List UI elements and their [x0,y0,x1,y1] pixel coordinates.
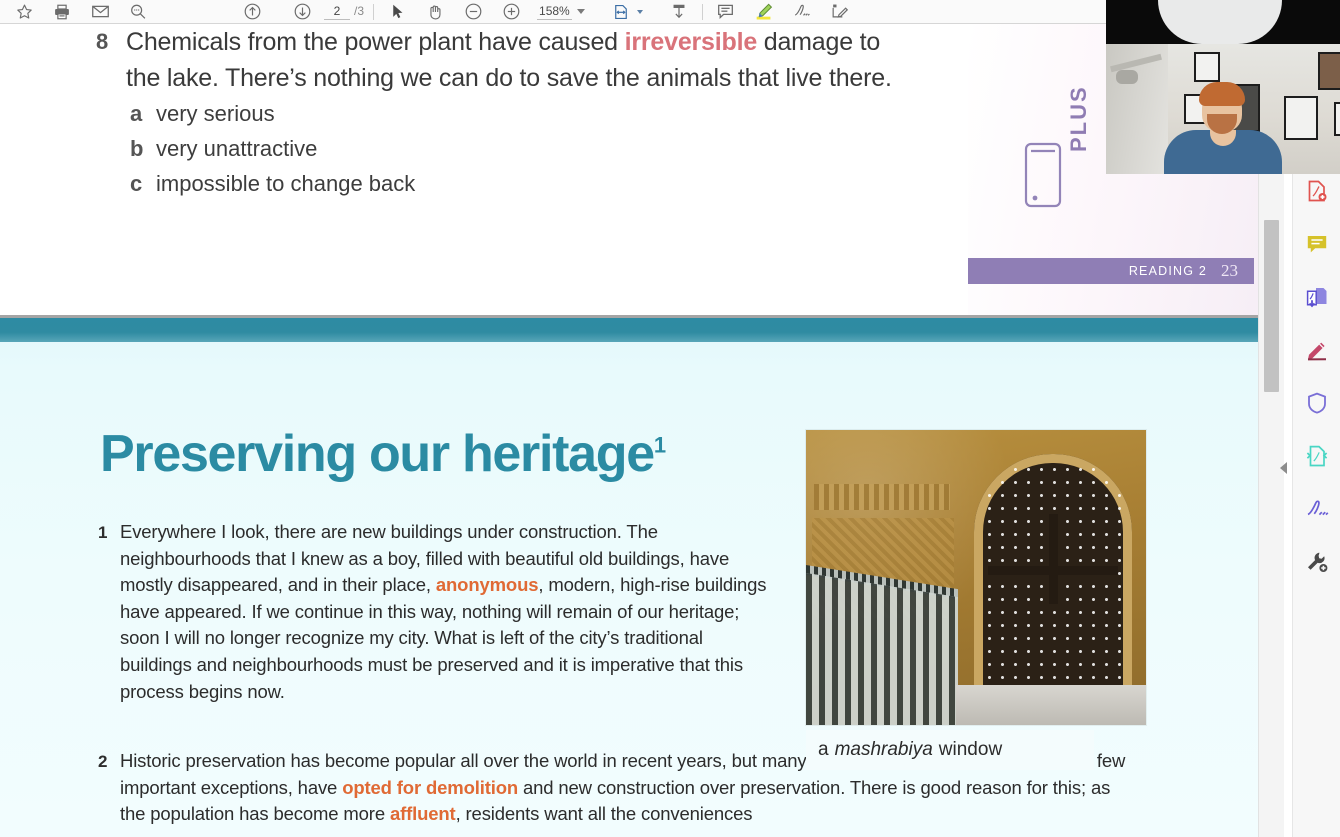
zoom-out-icon[interactable] [459,1,487,23]
scrollbar-thumb[interactable] [1264,220,1279,392]
question-option-a: a very serious [96,96,956,131]
webcam-video-tile[interactable] [1106,44,1340,174]
paragraph-text-after: , residents want all the conveniences [455,803,753,825]
question-keyword: irreversible [624,28,758,56]
mobile-phone-icon [1023,142,1063,213]
question-text-after: damage to [757,28,881,56]
question-number: 8 [96,29,109,54]
current-page-input[interactable]: 2 [324,4,350,20]
fit-page-icon[interactable] [607,1,635,23]
figure-caption: a mashrabiya window [806,730,1094,770]
compress-pdf-icon[interactable] [1302,441,1332,471]
download-icon[interactable] [665,1,693,23]
picture-frame [1318,52,1340,90]
option-letter: a [130,101,143,126]
zoom-level-value[interactable]: 158% [537,4,572,20]
toolbar-separator-2 [701,3,703,20]
collapse-panel-arrow-icon[interactable] [1280,462,1287,474]
option-text: very serious [156,101,275,126]
mashrabiya-window-photo [806,430,1146,725]
pdf-reader-window: 2 /3 158% 8 Chemicals from the power pla… [0,0,1340,837]
search-icon[interactable] [124,1,152,23]
document-viewport[interactable]: 8 Chemicals from the power plant have ca… [0,24,1258,837]
option-text: very unattractive [156,136,318,161]
edit-pdf-pen-icon[interactable] [1302,335,1332,365]
select-tool-icon[interactable] [383,1,411,23]
zoom-control: 158% [537,4,585,20]
edit-pdf-icon[interactable] [826,1,854,23]
option-letter: b [130,136,144,161]
chevron-down-icon[interactable] [576,9,585,14]
zoom-in-icon[interactable] [497,1,525,23]
paragraph-keyword-2: affluent [389,803,456,825]
caption-italic-term: mashrabiya [834,739,933,760]
page2-header-band [0,318,1258,342]
pdf-page-1: 8 Chemicals from the power plant have ca… [0,24,1258,315]
paragraph-1: 1 Everywhere I look, there are new build… [98,519,778,705]
picture-frame [1284,96,1318,140]
comment-icon[interactable] [712,1,740,23]
paragraph-keyword: opted for demolition [342,776,518,798]
article-body-column: 1 Everywhere I look, there are new build… [98,519,778,717]
highlight-icon[interactable] [750,1,778,23]
paragraph-number: 1 [98,523,108,542]
protect-shield-icon[interactable] [1302,388,1332,418]
caption-suffix: window [938,739,1003,760]
question-block: 8 Chemicals from the power plant have ca… [96,24,956,201]
email-icon[interactable] [86,1,114,23]
comment-bubble-icon[interactable] [1302,229,1332,259]
page-number-label: 23 [1221,261,1238,280]
signature-icon[interactable] [788,1,816,23]
article-figure: a mashrabiya window [806,430,1146,775]
page1-running-footer: READING 2 23 [968,258,1254,284]
question-line-1: 8 Chemicals from the power plant have ca… [96,24,956,60]
export-pdf-icon[interactable] [1302,282,1332,312]
picture-frame [1334,102,1340,136]
title-footnote-marker: 1 [653,432,666,458]
page-total-label: /3 [354,3,365,18]
picture-frame [1194,52,1220,82]
create-pdf-icon[interactable] [1302,176,1332,206]
caption-prefix: a [818,739,829,760]
previous-page-icon[interactable] [238,1,266,23]
pdf-page-2: Preserving our heritage1 1 Everywhere I … [0,318,1258,837]
option-letter: c [130,171,143,196]
next-page-icon[interactable] [288,1,316,23]
more-tools-icon[interactable] [1302,547,1332,577]
fill-and-sign-icon[interactable] [1302,494,1332,524]
toolbar-separator-1 [373,3,375,20]
question-option-c: c impossible to change back [96,166,956,201]
bookmark-star-icon[interactable] [10,1,38,23]
page-navigation: 2 /3 [324,4,364,20]
section-label: READING 2 [1128,264,1207,278]
question-line-2: the lake. There’s nothing we can do to s… [126,64,892,92]
question-option-b: b very unattractive [96,131,956,166]
paragraph-number: 2 [98,752,108,771]
pan-hand-icon[interactable] [421,1,449,23]
page-title: Preserving our heritage1 [100,425,666,483]
question-text-before: Chemicals from the power plant have caus… [126,28,625,56]
option-text: impossible to change back [156,171,416,196]
paragraph-keyword: anonymous [435,574,539,596]
plus-label: PLUS [1066,85,1091,152]
print-icon[interactable] [48,1,76,23]
